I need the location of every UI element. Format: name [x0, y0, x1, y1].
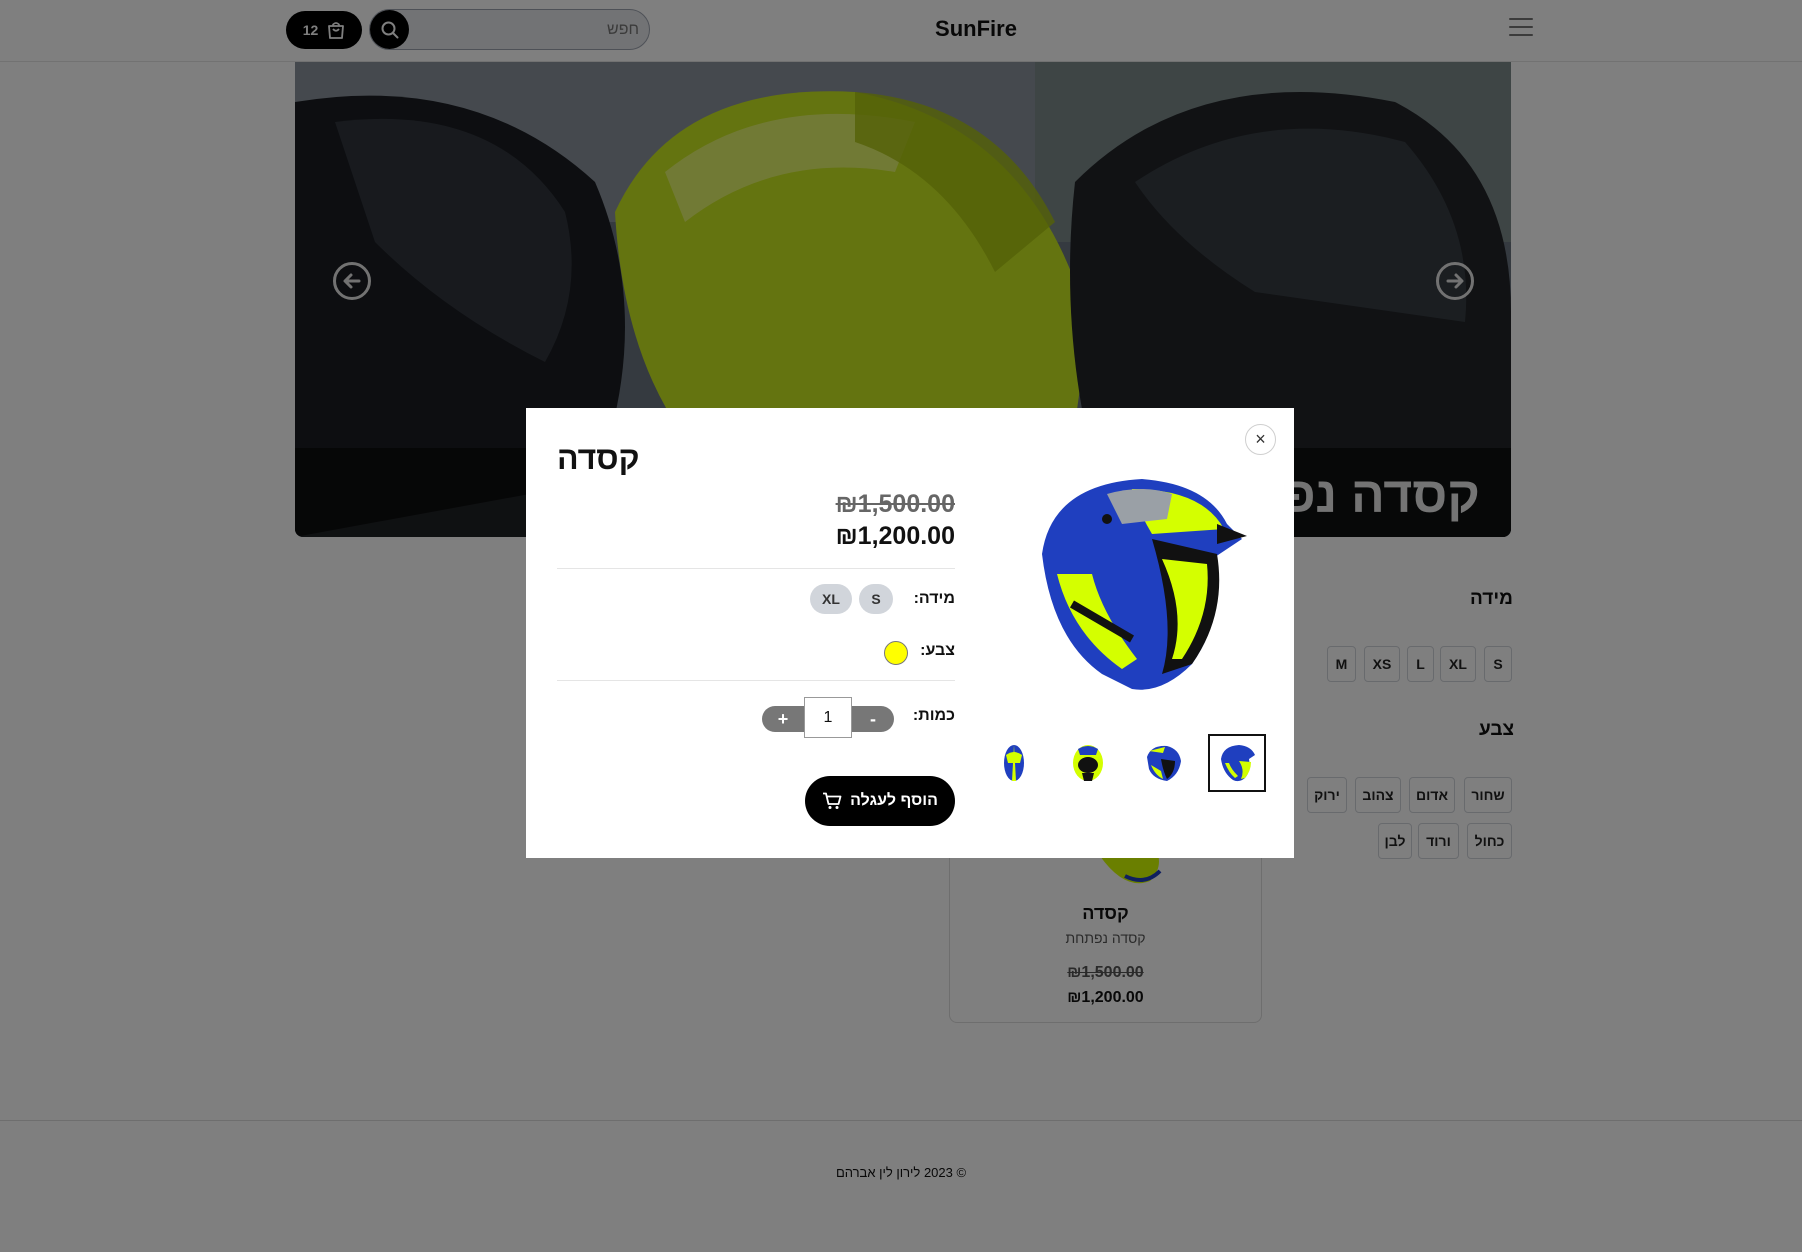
- add-to-cart-button[interactable]: הוסף לעגלה: [805, 776, 955, 826]
- thumbnail-image: [1073, 745, 1103, 781]
- product-modal: × קסדה ₪1,500.00 ₪1,200.00 מידה: S XL צב…: [526, 408, 1294, 858]
- thumbnail-image: [1221, 745, 1255, 782]
- thumbnail-4[interactable]: [985, 734, 1043, 792]
- modal-product-title: קסדה: [557, 440, 640, 476]
- thumbnail-image: [1147, 745, 1181, 781]
- quantity-decrease-button[interactable]: -: [852, 706, 894, 732]
- quantity-label: כמות:: [912, 707, 955, 724]
- size-option-s[interactable]: S: [859, 584, 893, 614]
- color-swatch-yellow[interactable]: [884, 641, 908, 665]
- modal-old-price: ₪1,500.00: [835, 490, 955, 518]
- thumbnail-1[interactable]: [1208, 734, 1266, 792]
- thumbnail-image: [1004, 745, 1024, 781]
- quantity-increase-button[interactable]: +: [762, 706, 804, 732]
- thumbnail-3[interactable]: [1059, 734, 1117, 792]
- close-button[interactable]: ×: [1245, 424, 1276, 455]
- size-option-xl[interactable]: XL: [810, 584, 852, 614]
- cart-icon: [823, 792, 842, 809]
- product-main-image: [1042, 479, 1247, 690]
- thumbnail-2[interactable]: [1134, 734, 1192, 792]
- modal-price: ₪1,200.00: [835, 522, 955, 550]
- divider: [557, 568, 955, 569]
- divider: [557, 680, 955, 681]
- color-label: צבע:: [920, 642, 955, 659]
- size-label: מידה:: [913, 590, 955, 607]
- quantity-input[interactable]: [804, 697, 852, 738]
- add-to-cart-label: הוסף לעגלה: [850, 792, 938, 809]
